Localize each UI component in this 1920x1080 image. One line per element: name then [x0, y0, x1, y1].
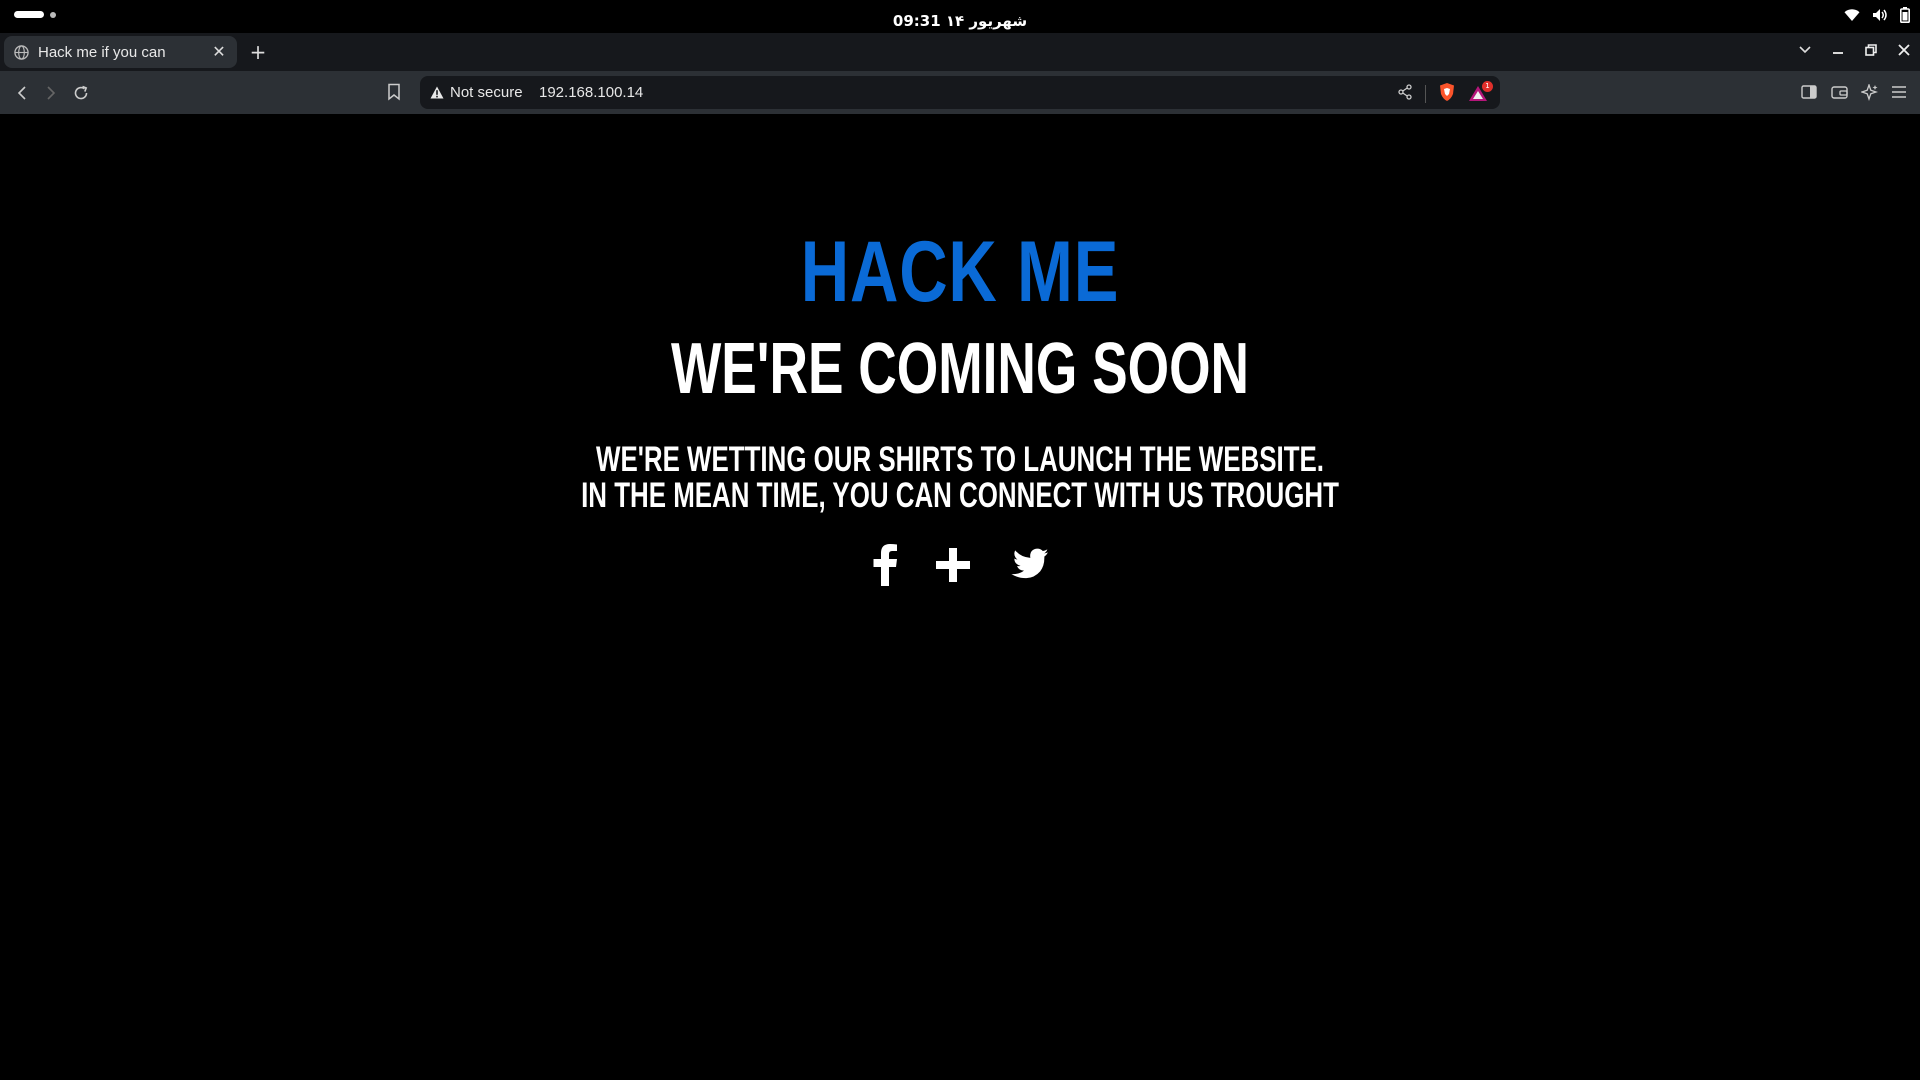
back-button[interactable]: [12, 83, 32, 103]
tab-title: Hack me if you can: [38, 43, 166, 61]
restore-icon[interactable]: [1863, 42, 1879, 58]
tab-active[interactable]: Hack me if you can ✕: [4, 36, 237, 68]
wallet-icon[interactable]: [1830, 83, 1848, 101]
wifi-icon: [1844, 8, 1860, 22]
battery-icon: [1900, 7, 1910, 23]
forward-arrow-icon: [47, 86, 56, 100]
minimize-icon[interactable]: [1830, 42, 1846, 58]
url-text[interactable]: 192.168.100.14: [539, 84, 643, 101]
toolbar-actions: [1800, 83, 1908, 101]
page-subtitle: WE'RE COMING SOON: [670, 329, 1250, 409]
bookmark-icon: [388, 83, 400, 101]
leo-ai-icon[interactable]: [1860, 83, 1878, 101]
address-bar[interactable]: Not secure 192.168.100.14 1: [420, 76, 1500, 109]
tab-close-icon[interactable]: ✕: [211, 44, 227, 60]
page-viewport: HACK ME WE'RE COMING SOON WE'RE WETTING …: [0, 114, 1920, 1080]
bookmark-button[interactable]: [387, 83, 407, 103]
security-indicator[interactable]: Not secure: [430, 84, 523, 101]
system-tray[interactable]: [1844, 7, 1910, 23]
volume-icon: [1872, 7, 1888, 23]
system-top-bar: 09:31 ۱۴ شهریور: [0, 0, 1920, 33]
social-links: [0, 544, 1920, 586]
window-controls: [1797, 42, 1912, 58]
tab-strip: Hack me if you can ✕ +: [0, 33, 1920, 71]
security-label: Not secure: [450, 84, 523, 101]
rewards-badge: 1: [1482, 81, 1493, 92]
facebook-icon[interactable]: [872, 544, 898, 586]
page-message-line-1: WE'RE WETTING OUR SHIRTS TO LAUNCH THE W…: [596, 440, 1324, 479]
tab-search-chevron-down-icon[interactable]: [1797, 42, 1813, 58]
share-icon[interactable]: [1397, 84, 1413, 104]
google-plus-icon[interactable]: [934, 546, 972, 584]
twitter-icon[interactable]: [1008, 548, 1048, 582]
warning-icon: [430, 86, 444, 99]
address-bar-actions: 1: [1397, 81, 1493, 106]
new-tab-button[interactable]: +: [248, 42, 268, 62]
close-window-icon[interactable]: [1896, 42, 1912, 58]
page-message: WE'RE WETTING OUR SHIRTS TO LAUNCH THE W…: [250, 442, 1671, 514]
menu-icon[interactable]: [1890, 83, 1908, 101]
page-title: HACK ME: [800, 224, 1120, 320]
reload-button[interactable]: [71, 83, 91, 103]
clock[interactable]: 09:31 ۱۴ شهریور: [0, 12, 1920, 30]
divider: [1425, 85, 1426, 103]
forward-button[interactable]: [41, 83, 61, 103]
reload-icon: [74, 85, 88, 100]
back-arrow-icon: [17, 86, 26, 100]
brave-shields-icon[interactable]: [1438, 82, 1456, 106]
browser-toolbar: Not secure 192.168.100.14 1: [0, 71, 1920, 114]
sidebar-toggle-icon[interactable]: [1800, 83, 1818, 101]
globe-icon: [14, 44, 29, 60]
page-message-line-2: IN THE MEAN TIME, YOU CAN CONNECT WITH U…: [581, 476, 1339, 515]
brave-rewards-button[interactable]: 1: [1468, 81, 1493, 104]
